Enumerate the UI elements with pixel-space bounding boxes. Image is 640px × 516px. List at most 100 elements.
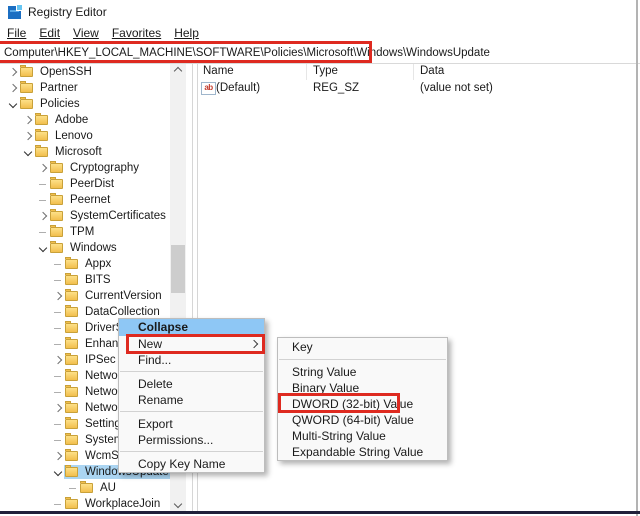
leaf-connector [66, 488, 79, 489]
folder-icon [65, 259, 78, 269]
collapse-icon[interactable] [6, 101, 19, 107]
expand-icon[interactable] [6, 69, 19, 75]
leaf-connector [51, 280, 64, 281]
expand-icon[interactable] [51, 453, 64, 459]
column-header-name[interactable]: Name [203, 65, 234, 77]
leaf-connector [36, 200, 49, 201]
tree-item-microsoft[interactable]: Microsoft [0, 144, 170, 160]
expand-icon[interactable] [21, 117, 34, 123]
tree-item-systemcertificates[interactable]: SystemCertificates [0, 208, 170, 224]
folder-icon [65, 403, 78, 413]
collapse-icon[interactable] [51, 469, 64, 475]
column-header-data[interactable]: Data [420, 65, 444, 77]
tree-item-appx[interactable]: Appx [0, 256, 170, 272]
folder-icon [65, 371, 78, 381]
folder-icon [65, 355, 78, 365]
tree-item-tpm[interactable]: TPM [0, 224, 170, 240]
submenu-key[interactable]: Key [278, 338, 447, 356]
submenu-multi-string-value[interactable]: Multi-String Value [278, 428, 447, 444]
submenu-qword-64bit-value[interactable]: QWORD (64-bit) Value [278, 412, 447, 428]
title-bar: Registry Editor [0, 0, 640, 24]
submenu-binary-value[interactable]: Binary Value [278, 380, 447, 396]
leaf-connector [51, 504, 64, 505]
window-bottom-border [0, 511, 640, 514]
list-header: Name Type Data [199, 64, 636, 80]
menu-edit[interactable]: Edit [39, 26, 60, 40]
context-menu-find[interactable]: Find... [119, 352, 264, 368]
tree-item-policies[interactable]: Policies [0, 96, 170, 112]
tree-item-cryptography[interactable]: Cryptography [0, 160, 170, 176]
collapse-icon[interactable] [36, 245, 49, 251]
context-menu-new[interactable]: New [119, 336, 264, 352]
scroll-up-icon[interactable] [170, 64, 186, 78]
registry-editor-window: Registry Editor File Edit View Favorites… [0, 0, 640, 516]
menu-separator [119, 448, 264, 456]
leaf-connector [51, 392, 64, 393]
menu-file[interactable]: File [7, 26, 26, 40]
tree-item-currentversion[interactable]: CurrentVersion [0, 288, 170, 304]
column-divider[interactable] [306, 64, 307, 80]
leaf-connector [36, 232, 49, 233]
folder-icon [20, 67, 33, 77]
new-submenu: Key String Value Binary Value DWORD (32-… [277, 337, 448, 461]
context-menu-permissions[interactable]: Permissions... [119, 432, 264, 448]
tree-item-openssh[interactable]: OpenSSH [0, 64, 170, 80]
tree-item-bits[interactable]: BITS [0, 272, 170, 288]
menu-view[interactable]: View [73, 26, 99, 40]
folder-icon [50, 227, 63, 237]
expand-icon[interactable] [36, 165, 49, 171]
column-header-type[interactable]: Type [313, 65, 338, 77]
context-menu: Collapse New Find... Delete Rename Expor… [118, 318, 265, 473]
leaf-connector [51, 312, 64, 313]
leaf-connector [51, 264, 64, 265]
value-row-default[interactable]: ab (Default) REG_SZ (value not set) [199, 82, 636, 97]
column-divider[interactable] [413, 64, 414, 80]
string-value-icon: ab [201, 82, 216, 95]
menu-separator [119, 408, 264, 416]
tree-item-au[interactable]: AU [0, 480, 170, 496]
submenu-arrow-icon [250, 340, 258, 348]
expand-icon[interactable] [21, 133, 34, 139]
scrollbar-thumb[interactable] [171, 245, 185, 293]
folder-icon [50, 163, 63, 173]
folder-icon [50, 195, 63, 205]
expand-icon[interactable] [51, 293, 64, 299]
tree-item-partner[interactable]: Partner [0, 80, 170, 96]
menu-favorites[interactable]: Favorites [112, 26, 161, 40]
expand-icon[interactable] [6, 85, 19, 91]
submenu-dword-32bit-value[interactable]: DWORD (32-bit) Value [278, 396, 447, 412]
submenu-string-value[interactable]: String Value [278, 364, 447, 380]
value-data: (value not set) [420, 82, 493, 94]
folder-icon [65, 323, 78, 333]
value-type: REG_SZ [313, 82, 359, 94]
expand-icon[interactable] [51, 405, 64, 411]
tree-item-peernet[interactable]: Peernet [0, 192, 170, 208]
tree-item-workplacejoin[interactable]: WorkplaceJoin [0, 496, 170, 512]
folder-icon [65, 499, 78, 509]
folder-icon [65, 467, 78, 477]
menu-separator [278, 356, 447, 364]
registry-editor-app-icon [8, 6, 21, 19]
value-name: (Default) [216, 82, 260, 94]
folder-icon [80, 483, 93, 493]
context-menu-rename[interactable]: Rename [119, 392, 264, 408]
context-menu-copy-key-name[interactable]: Copy Key Name [119, 456, 264, 472]
scroll-down-icon[interactable] [170, 497, 186, 511]
folder-icon [20, 83, 33, 93]
tree-item-peerdist[interactable]: PeerDist [0, 176, 170, 192]
tree-item-lenovo[interactable]: Lenovo [0, 128, 170, 144]
tree-item-adobe[interactable]: Adobe [0, 112, 170, 128]
leaf-connector [51, 376, 64, 377]
menu-help[interactable]: Help [174, 26, 199, 40]
leaf-connector [51, 344, 64, 345]
address-bar[interactable]: Computer\HKEY_LOCAL_MACHINE\SOFTWARE\Pol… [0, 42, 640, 64]
expand-icon[interactable] [51, 357, 64, 363]
folder-icon [20, 99, 33, 109]
tree-item-windows[interactable]: Windows [0, 240, 170, 256]
submenu-expandable-string-value[interactable]: Expandable String Value [278, 444, 447, 460]
context-menu-collapse[interactable]: Collapse [119, 319, 264, 336]
context-menu-export[interactable]: Export [119, 416, 264, 432]
collapse-icon[interactable] [21, 149, 34, 155]
context-menu-delete[interactable]: Delete [119, 376, 264, 392]
expand-icon[interactable] [36, 213, 49, 219]
